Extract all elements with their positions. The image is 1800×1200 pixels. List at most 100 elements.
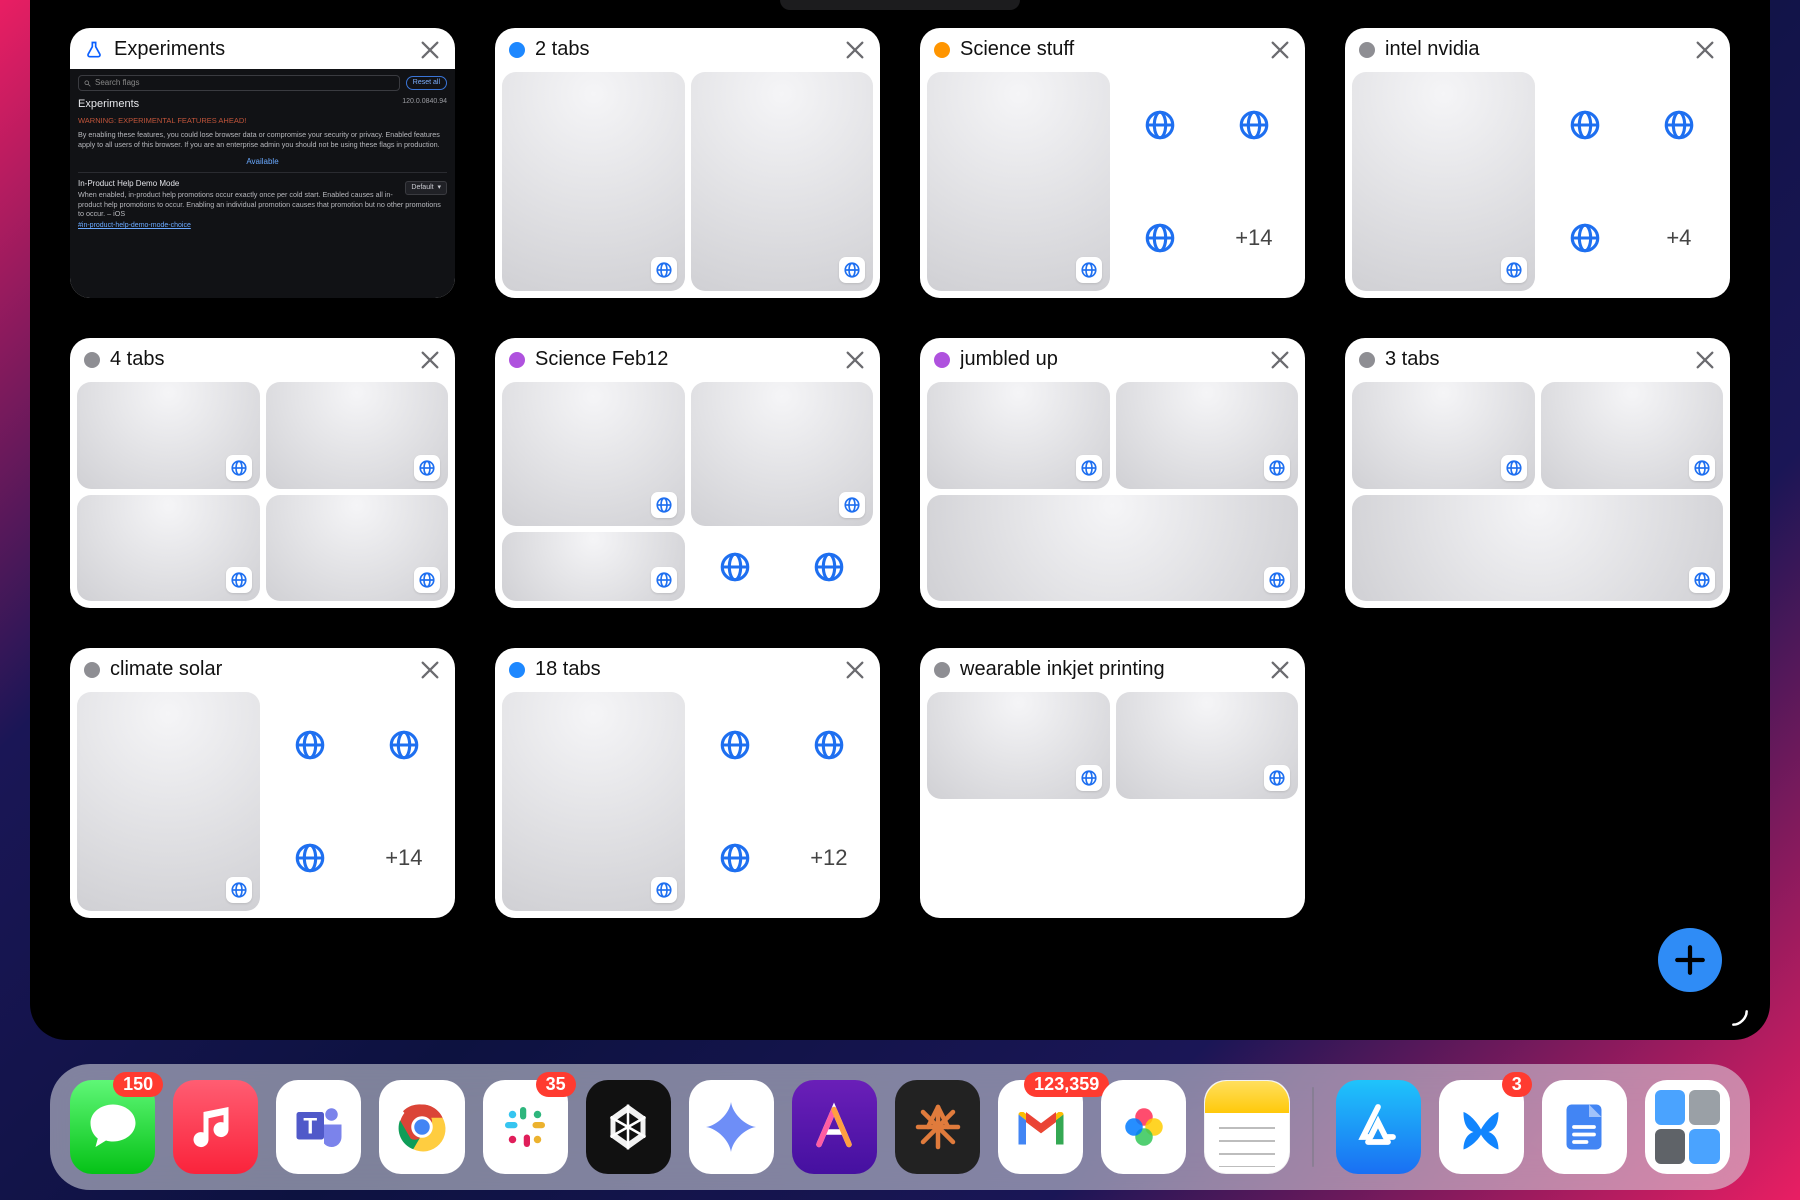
- tab-thumbnail[interactable]: [360, 692, 448, 799]
- more-tabs-count[interactable]: +4: [1635, 185, 1723, 292]
- tab-preview[interactable]: Search flags Reset all Experiments120.0.…: [70, 69, 455, 298]
- tab-favicon: [226, 877, 252, 903]
- available-tab[interactable]: Available: [78, 157, 447, 173]
- tab-group-header: Science stuff: [920, 28, 1305, 69]
- tab-thumbnail[interactable]: [1352, 495, 1723, 602]
- close-group-button[interactable]: [419, 39, 441, 61]
- tab-thumbnail[interactable]: [785, 532, 873, 601]
- tab-group-title: climate solar: [110, 658, 409, 681]
- dock-app-gmail[interactable]: 123,359: [998, 1080, 1083, 1174]
- tab-thumbnail[interactable]: [1116, 185, 1204, 292]
- tab-group-card[interactable]: climate solar +14: [70, 648, 455, 918]
- dock-app-notes[interactable]: [1204, 1080, 1289, 1174]
- tab-thumbnail[interactable]: [266, 692, 354, 799]
- search-icon: [83, 79, 92, 88]
- dock-app-chrome[interactable]: [379, 1080, 464, 1174]
- dock-app-slack[interactable]: 35: [483, 1080, 568, 1174]
- tab-thumbnail[interactable]: [77, 692, 260, 911]
- tab-thumbnail[interactable]: [1210, 72, 1298, 179]
- tab-group-card[interactable]: Science Feb12: [495, 338, 880, 608]
- tab-thumbnail[interactable]: [266, 495, 449, 602]
- tab-group-header: Experiments: [70, 28, 455, 69]
- tab-group-card[interactable]: 18 tabs +12: [495, 648, 880, 918]
- tab-favicon: [1076, 765, 1102, 791]
- dock-app-bluesky[interactable]: 3: [1439, 1080, 1524, 1174]
- tab-thumbnail[interactable]: [1635, 72, 1723, 179]
- close-group-button[interactable]: [419, 659, 441, 681]
- dock-app-teams[interactable]: T: [276, 1080, 361, 1174]
- tab-thumbnail[interactable]: [77, 382, 260, 489]
- tab-group-card[interactable]: 4 tabs: [70, 338, 455, 608]
- tab-group-card[interactable]: intel nvidia +4: [1345, 28, 1730, 298]
- dock-app-gemini[interactable]: [689, 1080, 774, 1174]
- close-group-button[interactable]: [844, 39, 866, 61]
- dock-app-messages[interactable]: 150: [70, 1080, 155, 1174]
- tab-thumbnail[interactable]: [502, 532, 685, 601]
- tab-thumbnail[interactable]: [1541, 185, 1629, 292]
- close-group-button[interactable]: [844, 659, 866, 681]
- tab-group-body: +14: [920, 69, 1305, 298]
- tab-thumbnail[interactable]: [691, 382, 874, 526]
- tab-thumbnail[interactable]: [927, 495, 1298, 602]
- flag-dropdown[interactable]: Default ▾: [405, 181, 447, 194]
- tab-thumbnail[interactable]: [1352, 72, 1535, 291]
- group-color-dot: [1359, 352, 1375, 368]
- tab-thumbnail[interactable]: [502, 692, 685, 911]
- flag-link[interactable]: #in-product-help-demo-mode-choice: [78, 221, 447, 230]
- tab-thumbnail[interactable]: [77, 495, 260, 602]
- more-tabs-count[interactable]: +14: [1210, 185, 1298, 292]
- tab-thumbnail[interactable]: [691, 532, 779, 601]
- tab-group-header: Science Feb12: [495, 338, 880, 379]
- reset-all-button[interactable]: Reset all: [406, 76, 447, 89]
- tab-thumbnail[interactable]: [502, 72, 685, 291]
- dock-app-perplexity[interactable]: [586, 1080, 671, 1174]
- tab-thumbnail[interactable]: [1116, 692, 1299, 799]
- dock-app-split[interactable]: [1645, 1080, 1730, 1174]
- tab-thumbnail[interactable]: [927, 805, 1298, 912]
- tab-favicon: [1264, 765, 1290, 791]
- dock-app-music[interactable]: [173, 1080, 258, 1174]
- tab-thumbnail[interactable]: [927, 382, 1110, 489]
- tab-thumbnail[interactable]: [927, 72, 1110, 291]
- tab-group-card[interactable]: 2 tabs: [495, 28, 880, 298]
- tab-group-card[interactable]: wearable inkjet printing: [920, 648, 1305, 918]
- tab-group-title: 2 tabs: [535, 38, 834, 61]
- close-group-button[interactable]: [1694, 349, 1716, 371]
- tab-thumbnail[interactable]: [785, 692, 873, 799]
- tab-thumbnail[interactable]: [1541, 72, 1629, 179]
- tab-group-card[interactable]: jumbled up: [920, 338, 1305, 608]
- globe-icon: [1143, 108, 1177, 142]
- tab-thumbnail[interactable]: [691, 692, 779, 799]
- dock-app-aapp[interactable]: [792, 1080, 877, 1174]
- close-group-button[interactable]: [1269, 39, 1291, 61]
- dock-app-photos[interactable]: [1101, 1080, 1186, 1174]
- close-group-button[interactable]: [419, 349, 441, 371]
- dock-app-docs[interactable]: [1542, 1080, 1627, 1174]
- tab-group-card[interactable]: Science stuff +14: [920, 28, 1305, 298]
- tab-group-card[interactable]: 3 tabs: [1345, 338, 1730, 608]
- close-group-button[interactable]: [1269, 349, 1291, 371]
- tab-thumbnail[interactable]: [691, 72, 874, 291]
- close-group-button[interactable]: [1269, 659, 1291, 681]
- globe-icon: [418, 459, 436, 477]
- tab-thumbnail[interactable]: [266, 805, 354, 912]
- tab-thumbnail[interactable]: [266, 382, 449, 489]
- dock-app-claude[interactable]: [895, 1080, 980, 1174]
- tab-thumbnail[interactable]: [1116, 382, 1299, 489]
- tab-thumbnail[interactable]: [1116, 72, 1204, 179]
- close-group-button[interactable]: [844, 349, 866, 371]
- more-tabs-count[interactable]: +12: [785, 805, 873, 912]
- tab-thumbnail[interactable]: [1541, 382, 1724, 489]
- tab-group-card[interactable]: Experiments Search flags Reset all Exper…: [70, 28, 455, 298]
- tab-thumbnail[interactable]: [1352, 382, 1535, 489]
- search-input[interactable]: Search flags: [78, 75, 400, 91]
- tab-thumbnail[interactable]: [691, 805, 779, 912]
- tab-group-header: intel nvidia: [1345, 28, 1730, 69]
- more-tabs-count[interactable]: +14: [360, 805, 448, 912]
- dock-app-appstore[interactable]: [1336, 1080, 1421, 1174]
- new-tab-group-button[interactable]: [1658, 928, 1722, 992]
- notification-badge: 35: [536, 1072, 576, 1097]
- tab-thumbnail[interactable]: [927, 692, 1110, 799]
- close-group-button[interactable]: [1694, 39, 1716, 61]
- tab-thumbnail[interactable]: [502, 382, 685, 526]
